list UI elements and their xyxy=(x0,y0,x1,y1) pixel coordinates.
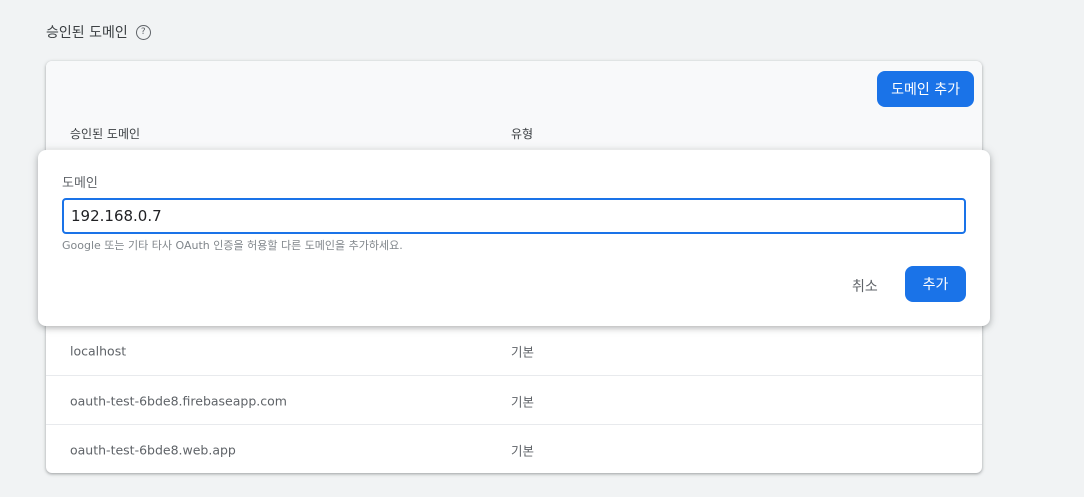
type-cell: 기본 xyxy=(511,443,535,458)
column-header-domain: 승인된 도메인 xyxy=(70,127,141,141)
domain-field-label: 도메인 xyxy=(62,176,98,191)
section-title-label: 승인된 도메인 xyxy=(46,25,128,41)
add-button[interactable]: 추가 xyxy=(905,266,966,302)
domain-cell: localhost xyxy=(70,343,127,358)
card-header: 도메인 추가 승인된 도메인 유형 xyxy=(46,61,982,149)
add-domain-button[interactable]: 도메인 추가 xyxy=(877,71,974,107)
help-icon[interactable]: ? xyxy=(135,24,151,40)
domain-input[interactable] xyxy=(62,198,966,234)
type-cell: 기본 xyxy=(511,344,535,359)
table-row[interactable]: oauth-test-6bde8.firebaseapp.com 기본 xyxy=(46,375,982,425)
cancel-button[interactable]: 취소 xyxy=(842,268,888,304)
type-cell: 기본 xyxy=(511,394,535,409)
domain-cell: oauth-test-6bde8.web.app xyxy=(70,442,236,457)
column-header-type: 유형 xyxy=(511,127,534,141)
add-domain-dialog: 도메인 Google 또는 기타 타사 OAuth 인증을 허용할 다른 도메인… xyxy=(38,150,990,326)
table-row[interactable]: localhost 기본 xyxy=(46,326,982,375)
domain-hint-text: Google 또는 기타 타사 OAuth 인증을 허용할 다른 도메인을 추가… xyxy=(62,239,403,252)
table-row[interactable]: oauth-test-6bde8.web.app 기본 xyxy=(46,424,982,473)
section-title: 승인된 도메인 ? xyxy=(46,22,151,42)
domain-cell: oauth-test-6bde8.firebaseapp.com xyxy=(70,393,287,408)
